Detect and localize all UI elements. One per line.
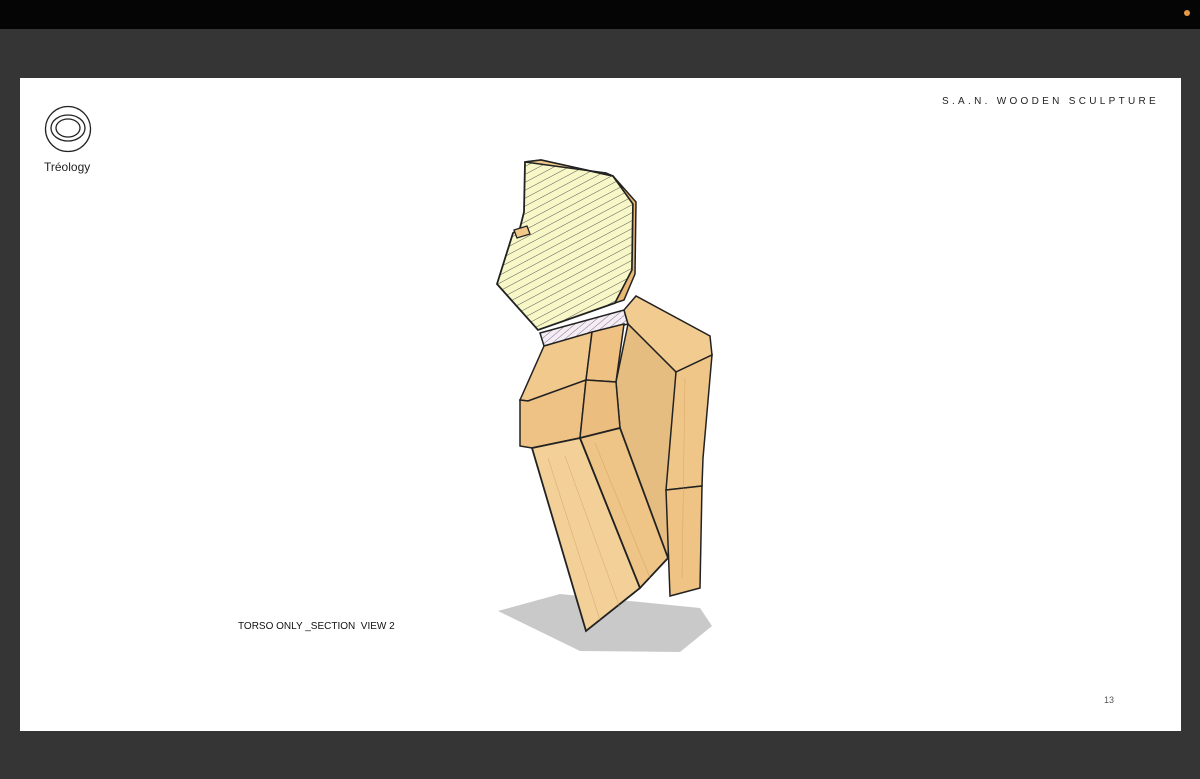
sculpture-render <box>495 159 713 652</box>
presentation-slide: Tréology S.A.N. WOODEN SCULPTURE TORSO O… <box>20 78 1181 731</box>
head-section <box>495 159 634 332</box>
page-number: 13 <box>1104 695 1115 705</box>
view-caption: TORSO ONLY _SECTION VIEW 2 <box>238 621 395 632</box>
recording-indicator-icon <box>1184 10 1190 16</box>
top-bar <box>0 0 1200 29</box>
torso-lower-right <box>665 485 703 597</box>
